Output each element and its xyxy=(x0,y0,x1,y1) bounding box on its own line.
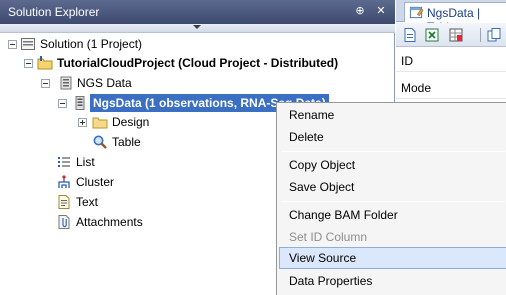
copy-icon[interactable] xyxy=(486,27,502,43)
tree-label-ngs-data: NGS Data xyxy=(77,76,132,90)
toolbar-dropdown-icon[interactable] xyxy=(193,25,201,29)
menu-separator xyxy=(281,201,505,202)
attachment-icon xyxy=(58,215,70,229)
close-icon[interactable]: ✕ xyxy=(374,4,388,18)
tree-node-solution[interactable]: Solution (1 Project) xyxy=(0,35,395,53)
project-folder-icon xyxy=(37,56,53,70)
magnifier-icon xyxy=(93,135,107,149)
table-toolbar xyxy=(396,23,506,47)
ngs-data-icon xyxy=(60,76,72,90)
menu-item-save-object[interactable]: Save Object xyxy=(279,176,506,198)
toolbar-separator xyxy=(480,28,481,42)
tree-label-attachments: Attachments xyxy=(76,215,143,229)
menu-item-set-id-column: Set ID Column xyxy=(279,226,506,248)
tree-node-text[interactable]: Text xyxy=(0,193,270,211)
tree-node-table[interactable]: Table xyxy=(0,133,270,151)
menu-label-rename: Rename xyxy=(289,108,335,122)
tree-label-design: Design xyxy=(112,115,150,129)
text-document-icon xyxy=(58,195,70,209)
tree-node-project[interactable]: TutorialCloudProject (Cloud Project - Di… xyxy=(0,54,395,72)
property-label-id: ID xyxy=(401,54,413,68)
table-tab-icon xyxy=(409,6,424,19)
menu-item-view-source[interactable]: View Source xyxy=(279,247,506,269)
collapse-icon[interactable] xyxy=(24,59,33,68)
menu-label-save-object: Save Object xyxy=(289,180,355,194)
property-label-mode: Mode xyxy=(401,81,432,95)
menu-item-delete[interactable]: Delete xyxy=(279,126,506,148)
tree-label-cluster: Cluster xyxy=(76,175,115,189)
menu-item-copy-object[interactable]: Copy Object xyxy=(279,154,506,176)
solution-icon xyxy=(21,38,35,50)
menu-label-change-bam-folder: Change BAM Folder xyxy=(289,208,398,222)
property-row-id[interactable]: ID xyxy=(396,50,506,72)
menu-item-data-properties[interactable]: Data Properties xyxy=(279,270,506,292)
tree-node-attachments[interactable]: Attachments xyxy=(0,213,270,231)
property-row-mode[interactable]: Mode xyxy=(396,77,506,99)
collapse-icon[interactable] xyxy=(8,40,17,49)
menu-separator xyxy=(281,151,505,152)
menu-item-change-bam-folder[interactable]: Change BAM Folder xyxy=(279,204,506,226)
tab-ngsdata-table[interactable]: NgsData | Table xyxy=(404,2,506,34)
solution-explorer-header: Solution Explorer ⊕ ✕ xyxy=(0,0,395,24)
tree-node-design[interactable]: Design xyxy=(0,113,270,131)
solution-explorer-title: Solution Explorer xyxy=(8,5,100,19)
menu-item-rename[interactable]: Rename xyxy=(279,104,506,126)
tree-label-project: TutorialCloudProject (Cloud Project - Di… xyxy=(57,56,339,70)
menu-label-copy-object: Copy Object xyxy=(289,158,356,172)
collapse-icon[interactable] xyxy=(58,99,67,108)
tree-label-list: List xyxy=(76,155,95,169)
tree-node-ngs-data-folder[interactable]: NGS Data xyxy=(0,74,395,92)
menu-label-delete: Delete xyxy=(289,130,324,144)
grid-view-icon[interactable] xyxy=(448,27,464,43)
folder-icon xyxy=(92,117,108,129)
menu-label-data-properties: Data Properties xyxy=(289,274,373,288)
pin-icon[interactable]: ⊕ xyxy=(353,4,367,18)
collapse-icon[interactable] xyxy=(41,79,50,88)
tree-label-table: Table xyxy=(112,135,141,149)
tree-label-solution: Solution (1 Project) xyxy=(40,37,143,51)
tree-node-cluster[interactable]: Cluster xyxy=(0,173,270,191)
excel-export-icon[interactable] xyxy=(424,27,440,43)
solution-explorer-toolbar xyxy=(0,24,395,33)
expand-icon[interactable] xyxy=(78,118,87,127)
menu-label-set-id-column: Set ID Column xyxy=(289,230,368,244)
document-tab-bar: NgsData | Table xyxy=(396,0,506,34)
cluster-icon xyxy=(58,175,70,188)
tree-label-text: Text xyxy=(76,195,99,209)
list-icon xyxy=(58,157,70,167)
dataset-icon xyxy=(75,96,85,110)
document-icon[interactable] xyxy=(402,27,418,43)
tree-node-list[interactable]: List xyxy=(0,153,270,171)
menu-label-view-source: View Source xyxy=(289,251,357,265)
context-menu: Rename Delete Copy Object Save Object Ch… xyxy=(276,102,506,295)
